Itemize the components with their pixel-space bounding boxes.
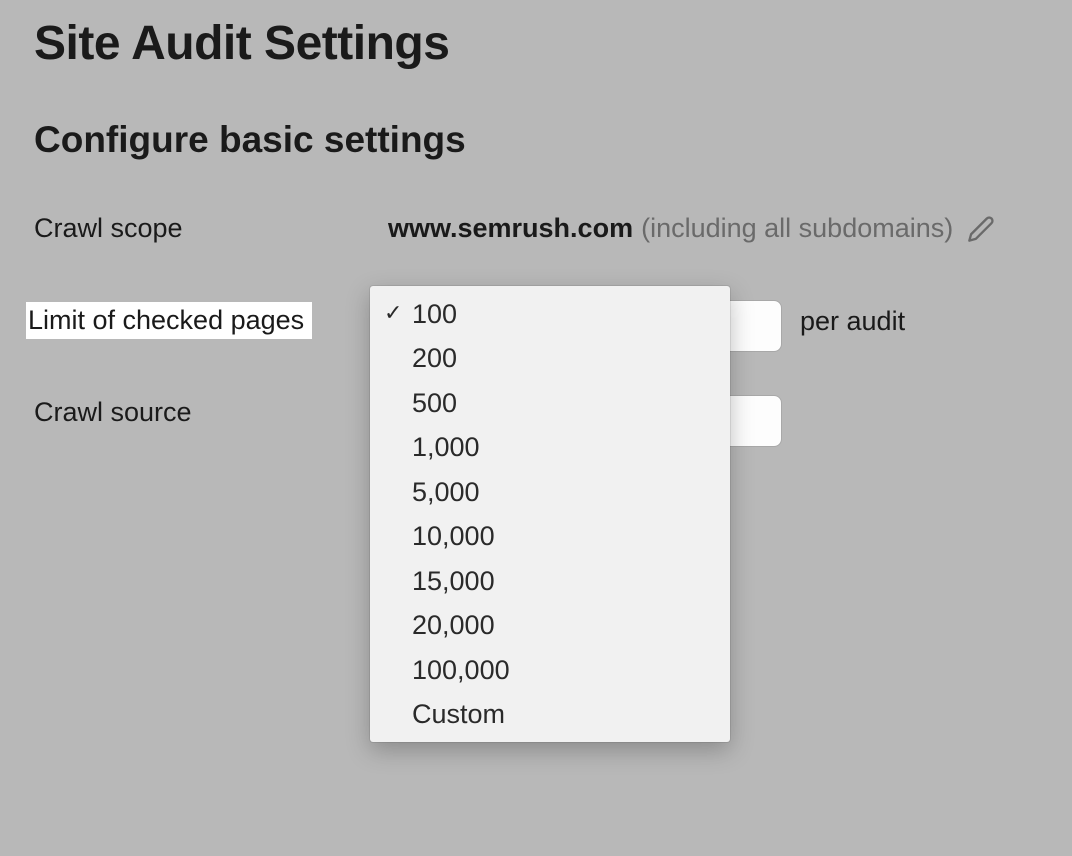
limit-label: Limit of checked pages — [26, 302, 312, 339]
page-title: Site Audit Settings — [34, 16, 1038, 71]
limit-option-5000[interactable]: 5,000 — [370, 470, 730, 514]
limit-option-label: 200 — [412, 343, 457, 373]
limit-option-1000[interactable]: 1,000 — [370, 425, 730, 469]
crawl-source-label: Crawl source — [34, 397, 388, 428]
limit-option-label: 100 — [412, 299, 457, 329]
limit-option-label: Custom — [412, 699, 505, 729]
limit-option-200[interactable]: 200 — [370, 336, 730, 380]
checkmark-icon: ✓ — [384, 298, 402, 328]
limit-option-custom[interactable]: Custom — [370, 692, 730, 736]
limit-option-15000[interactable]: 15,000 — [370, 559, 730, 603]
limit-option-20000[interactable]: 20,000 — [370, 603, 730, 647]
limit-option-100[interactable]: ✓ 100 — [370, 292, 730, 336]
crawl-scope-value: www.semrush.com (including all subdomain… — [388, 213, 995, 244]
limit-option-label: 5,000 — [412, 477, 480, 507]
limit-option-label: 15,000 — [412, 566, 495, 596]
limit-option-label: 100,000 — [412, 655, 510, 685]
limit-dropdown-menu: ✓ 100 200 500 1,000 5,000 10,000 15,000 … — [370, 286, 730, 742]
section-title: Configure basic settings — [34, 119, 1038, 161]
limit-option-label: 10,000 — [412, 521, 495, 551]
crawl-scope-domain: www.semrush.com — [388, 213, 633, 244]
crawl-scope-label: Crawl scope — [34, 213, 388, 244]
crawl-scope-row: Crawl scope www.semrush.com (including a… — [34, 213, 1038, 244]
limit-option-label: 500 — [412, 388, 457, 418]
edit-icon[interactable] — [967, 215, 995, 243]
crawl-scope-suffix: (including all subdomains) — [641, 213, 953, 244]
limit-option-500[interactable]: 500 — [370, 381, 730, 425]
limit-option-label: 20,000 — [412, 610, 495, 640]
limit-option-10000[interactable]: 10,000 — [370, 514, 730, 558]
limit-option-label: 1,000 — [412, 432, 480, 462]
limit-suffix: per audit — [800, 306, 905, 337]
limit-option-100000[interactable]: 100,000 — [370, 648, 730, 692]
